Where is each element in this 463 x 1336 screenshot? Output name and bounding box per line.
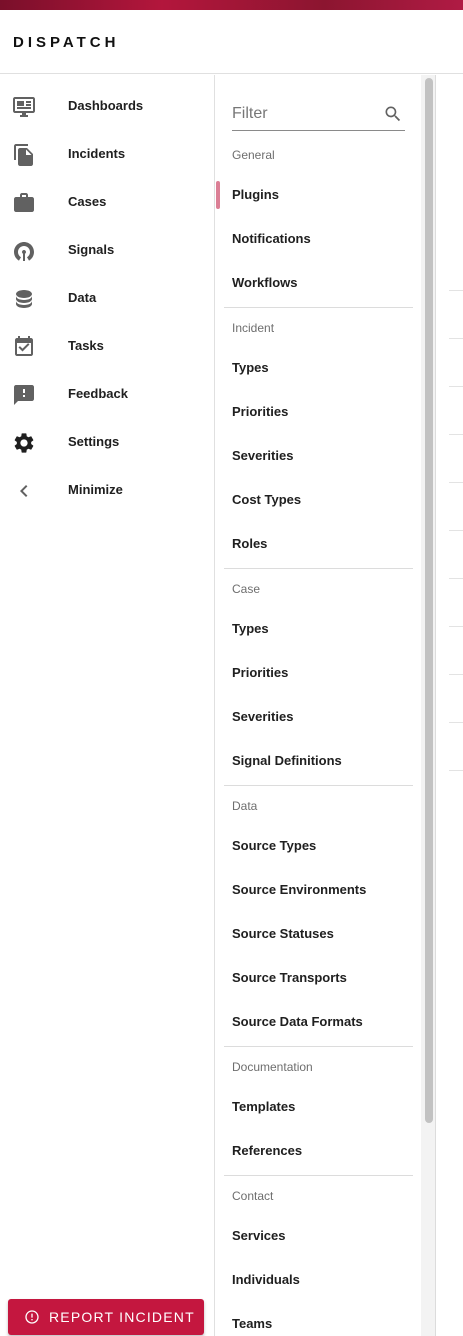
settings-item-case-priorities[interactable]: Priorities [232, 665, 288, 680]
row-divider [449, 674, 463, 675]
search-icon[interactable] [383, 104, 403, 124]
content-pane [435, 75, 463, 1336]
section-divider [224, 307, 413, 308]
gear-icon [12, 431, 36, 455]
row-divider [449, 386, 463, 387]
settings-item-source-data-formats[interactable]: Source Data Formats [232, 1014, 363, 1029]
section-divider [224, 785, 413, 786]
section-header-documentation: Documentation [232, 1060, 313, 1074]
feedback-icon [12, 383, 36, 407]
briefcase-icon [12, 191, 36, 215]
settings-item-notifications[interactable]: Notifications [232, 231, 311, 246]
sidebar-item-cases[interactable]: Cases [0, 179, 214, 227]
row-divider [449, 770, 463, 771]
alert-circle-icon [24, 1309, 40, 1325]
row-divider [449, 722, 463, 723]
settings-item-workflows[interactable]: Workflows [232, 275, 298, 290]
settings-item-incident-priorities[interactable]: Priorities [232, 404, 288, 419]
sidebar-item-label: Signals [68, 242, 115, 257]
sidebar-item-label: Dashboards [68, 98, 144, 113]
settings-item-source-environments[interactable]: Source Environments [232, 882, 366, 897]
settings-item-source-statuses[interactable]: Source Statuses [232, 926, 334, 941]
sidebar-item-label: Minimize [68, 482, 123, 497]
row-divider [449, 530, 463, 531]
document-icon [12, 143, 36, 167]
sidebar-item-feedback[interactable]: Feedback [0, 371, 214, 419]
section-header-contact: Contact [232, 1189, 274, 1203]
settings-item-services[interactable]: Services [232, 1228, 286, 1243]
top-accent-bar [0, 0, 463, 10]
sidebar-item-signals[interactable]: Signals [0, 227, 214, 275]
sidebar-item-label: Incidents [68, 146, 126, 161]
sidebar-item-label: Cases [68, 194, 107, 209]
chevron-left-icon [12, 479, 36, 503]
section-header-general: General [232, 148, 275, 162]
calendar-check-icon [12, 335, 36, 359]
sidebar-item-tasks[interactable]: Tasks [0, 323, 214, 371]
report-incident-label: REPORT INCIDENT [49, 1309, 195, 1325]
settings-item-source-transports[interactable]: Source Transports [232, 970, 347, 985]
filter-input[interactable] [232, 105, 372, 123]
settings-item-templates[interactable]: Templates [232, 1099, 295, 1114]
settings-item-plugins[interactable]: Plugins [232, 187, 279, 202]
sidebar-item-label: Feedback [68, 386, 128, 401]
sidebar-nav: Dashboards Incidents Cases Signals Data … [0, 75, 215, 1336]
filter-field[interactable] [232, 95, 405, 131]
sidebar-item-label: Settings [68, 434, 120, 449]
settings-item-roles[interactable]: Roles [232, 536, 267, 551]
dashboard-icon [12, 95, 36, 119]
sidebar-item-label: Data [68, 290, 97, 305]
active-item-indicator [216, 181, 220, 209]
sidebar-item-settings[interactable]: Settings [0, 419, 214, 467]
row-divider [449, 578, 463, 579]
settings-item-signal-definitions[interactable]: Signal Definitions [232, 753, 342, 768]
section-header-data: Data [232, 799, 258, 813]
section-header-case: Case [232, 582, 261, 596]
section-divider [224, 568, 413, 569]
settings-item-incident-severities[interactable]: Severities [232, 448, 293, 463]
section-header-incident: Incident [232, 321, 275, 335]
settings-scrollbar-thumb[interactable] [425, 78, 433, 1123]
section-divider [224, 1175, 413, 1176]
settings-item-case-severities[interactable]: Severities [232, 709, 293, 724]
signal-icon [12, 239, 36, 263]
settings-item-source-types[interactable]: Source Types [232, 838, 316, 853]
sidebar-item-minimize[interactable]: Minimize [0, 467, 214, 515]
row-divider [449, 338, 463, 339]
sidebar-item-dashboards[interactable]: Dashboards [0, 83, 214, 131]
row-divider [449, 482, 463, 483]
settings-item-cost-types[interactable]: Cost Types [232, 492, 301, 507]
sidebar-item-label: Tasks [68, 338, 104, 353]
settings-item-teams[interactable]: Teams [232, 1316, 272, 1331]
settings-item-individuals[interactable]: Individuals [232, 1272, 300, 1287]
row-divider [449, 626, 463, 627]
settings-item-case-types[interactable]: Types [232, 621, 269, 636]
section-divider [224, 1046, 413, 1047]
report-incident-button[interactable]: REPORT INCIDENT [8, 1299, 204, 1335]
settings-item-references[interactable]: References [232, 1143, 302, 1158]
database-icon [12, 287, 36, 311]
row-divider [449, 290, 463, 291]
sidebar-item-incidents[interactable]: Incidents [0, 131, 214, 179]
app-header: DISPATCH [0, 10, 463, 74]
sidebar-item-data[interactable]: Data [0, 275, 214, 323]
row-divider [449, 434, 463, 435]
settings-item-incident-types[interactable]: Types [232, 360, 269, 375]
settings-menu: General Plugins Notifications Workflows … [216, 75, 434, 1336]
app-logo[interactable]: DISPATCH [13, 34, 119, 51]
